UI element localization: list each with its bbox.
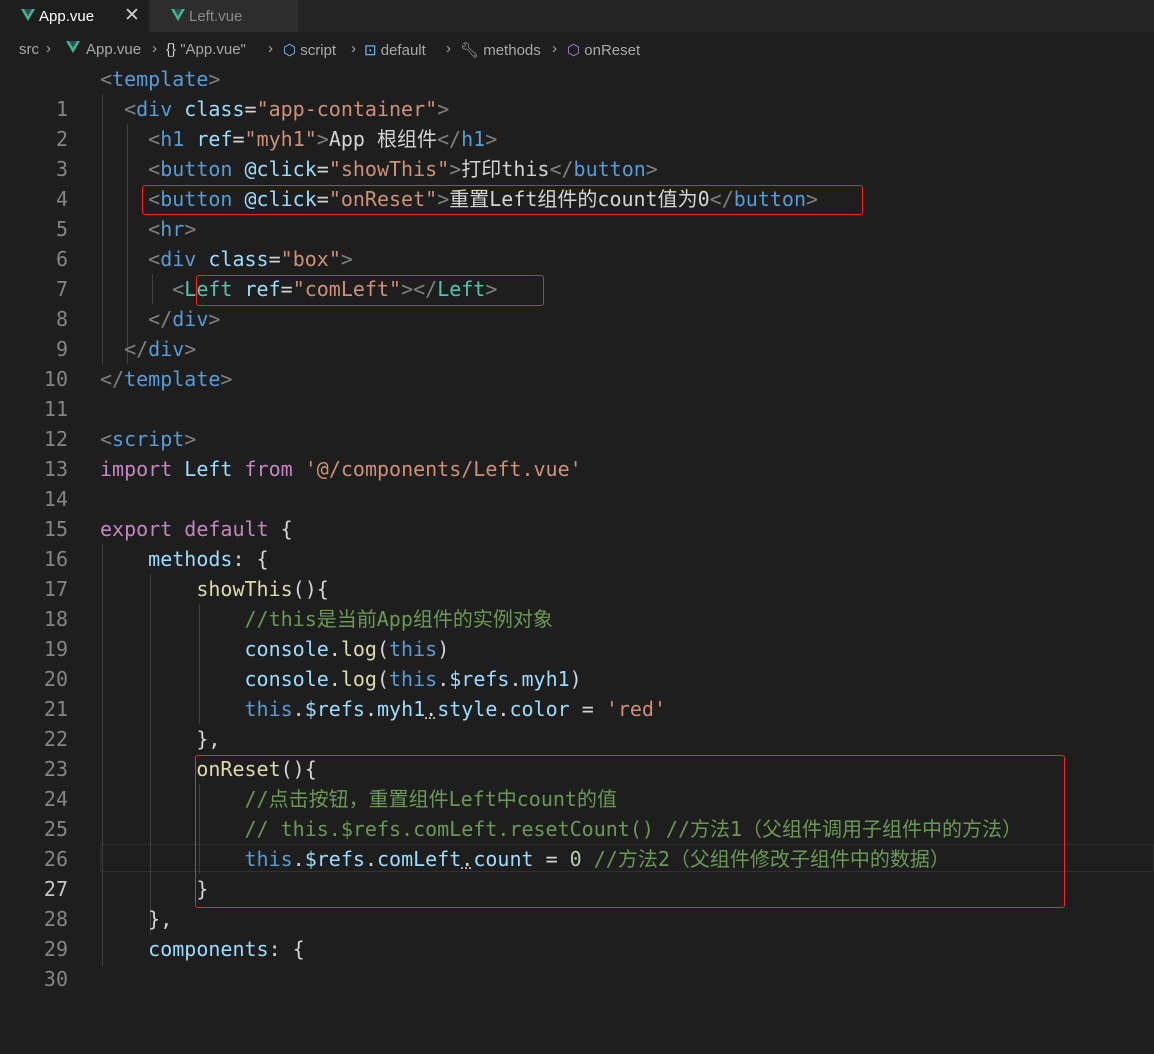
code-line[interactable]: 10 </div> <box>0 334 1154 391</box>
code-line[interactable]: 15 <box>0 484 1154 541</box>
code-editor[interactable]: 1 <template> 2 <div class="app-container… <box>0 64 1154 991</box>
variable-icon: ⊡ <box>364 42 381 59</box>
tab-label: App.vue <box>39 7 95 25</box>
tab-app-vue[interactable]: App.vue ✕ <box>0 0 148 32</box>
code-line[interactable]: 2 <div class="app-container"> <box>0 94 1154 151</box>
tab-label: Left.vue <box>189 7 243 25</box>
vue-file-icon <box>171 9 185 21</box>
code-line[interactable]: 11 </template> <box>0 364 1154 421</box>
cube-icon: ⬡ <box>283 42 301 59</box>
breadcrumb-method[interactable]: ⬡ onReset <box>567 41 640 59</box>
annotation-box-left-ref <box>196 275 544 306</box>
breadcrumb-object[interactable]: {} "App.vue" <box>166 41 246 58</box>
tab-left-vue[interactable]: Left.vue <box>150 0 298 32</box>
chevron-right-icon: › <box>446 40 451 57</box>
code-line[interactable]: 18 showThis(){ <box>0 574 1154 631</box>
code-line[interactable]: 20 console.log(this) <box>0 634 1154 691</box>
code-line[interactable]: 14 import Left from '@/components/Left.v… <box>0 454 1154 511</box>
line-number: 30 <box>43 967 68 991</box>
code-line[interactable]: 3 <h1 ref="myh1">App 根组件</h1> <box>0 124 1154 181</box>
breadcrumb-src[interactable]: src <box>19 41 39 58</box>
chevron-right-icon: › <box>268 40 273 57</box>
code-line[interactable]: 9 </div> <box>0 304 1154 361</box>
code-line[interactable]: 19 //this是当前App组件的实例对象 <box>0 604 1154 661</box>
chevron-right-icon: › <box>46 40 51 57</box>
vue-file-icon <box>66 41 80 53</box>
breadcrumb: src › App.vue › {} "App.vue" › ⬡ script … <box>0 37 1154 63</box>
code-line[interactable]: 17 methods: { <box>0 544 1154 601</box>
annotation-box-onreset <box>195 755 1065 908</box>
code-line[interactable]: 13 <script> <box>0 424 1154 481</box>
code-line[interactable]: 23 }, <box>0 724 1154 781</box>
chevron-right-icon: › <box>552 40 557 57</box>
breadcrumb-file[interactable]: App.vue <box>66 41 141 58</box>
chevron-right-icon: › <box>351 40 356 57</box>
annotation-box-button <box>142 185 863 215</box>
code-line[interactable]: 12 <box>0 394 1154 451</box>
code-line[interactable]: 8 <Left ref="comLeft"></Left> <box>0 274 1154 331</box>
code-line[interactable]: 30 components: { <box>0 934 1154 991</box>
code-line[interactable]: 6 <hr> <box>0 214 1154 271</box>
code-line[interactable]: 16 export default { <box>0 514 1154 571</box>
breadcrumb-default[interactable]: ⊡ default <box>364 41 426 59</box>
code-line[interactable]: 21 console.log(this.$refs.myh1) <box>0 664 1154 721</box>
code-line[interactable]: 22 this.$refs.myh1.style.color = 'red' <box>0 694 1154 751</box>
method-cube-icon: ⬡ <box>567 42 585 59</box>
breadcrumb-script[interactable]: ⬡ script <box>283 41 336 59</box>
breadcrumb-methods[interactable]: 🔧︎ methods <box>460 41 541 59</box>
close-icon[interactable]: ✕ <box>124 4 140 26</box>
chevron-right-icon: › <box>152 40 157 57</box>
editor-tab-bar: App.vue ✕ Left.vue <box>0 0 1154 32</box>
code-line[interactable]: 1 <template> <box>0 64 1154 121</box>
code-line[interactable]: 4 <button @click="showThis">打印this</butt… <box>0 154 1154 211</box>
vue-file-icon <box>21 9 35 21</box>
code-line[interactable]: 29 }, <box>0 904 1154 961</box>
code-line[interactable]: 7 <div class="box"> <box>0 244 1154 301</box>
braces-icon: {} <box>166 41 181 58</box>
wrench-icon: 🔧︎ <box>460 42 484 59</box>
